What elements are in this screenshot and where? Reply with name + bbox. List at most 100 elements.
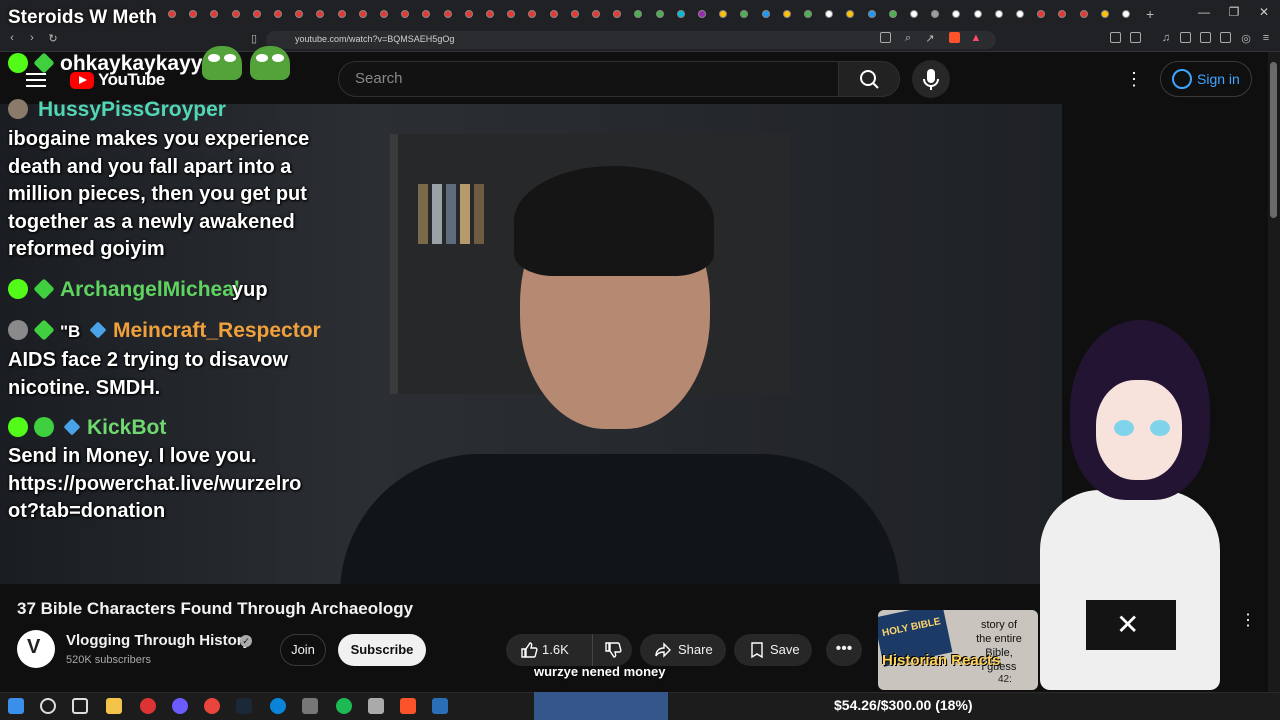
browser-tab[interactable]: [1016, 10, 1024, 18]
channel-avatar[interactable]: [17, 630, 55, 668]
more-actions-button[interactable]: •••: [826, 634, 862, 666]
settings-menu-button[interactable]: ⋮: [1124, 66, 1144, 92]
taskbar-active-window[interactable]: [534, 692, 668, 720]
verified-check-icon: ✓: [240, 635, 252, 647]
forward-icon[interactable]: ›: [24, 32, 40, 44]
task-view-icon[interactable]: [72, 698, 88, 714]
browser-tab[interactable]: [804, 10, 812, 18]
music-icon[interactable]: ♫: [1158, 32, 1174, 44]
browser-tab[interactable]: [274, 10, 282, 18]
discord-icon[interactable]: [172, 698, 188, 714]
like-button[interactable]: 1.6K: [506, 634, 592, 666]
chat-username: Meincraft_Respector: [113, 319, 321, 342]
windows-start-icon[interactable]: [8, 698, 24, 714]
subscribe-button[interactable]: Subscribe: [338, 634, 426, 666]
card-overflow-menu[interactable]: ⋮: [1240, 610, 1256, 630]
video-title: 37 Bible Characters Found Through Archae…: [17, 599, 414, 618]
save-button[interactable]: Save: [734, 634, 812, 666]
browser-tab[interactable]: [464, 10, 473, 18]
browser-tab[interactable]: [1122, 10, 1130, 18]
save-playlist-icon: [751, 642, 763, 659]
browser-tab[interactable]: [994, 10, 1003, 18]
search-icon[interactable]: [40, 698, 56, 714]
brave-rewards-icon[interactable]: ▲: [968, 32, 984, 44]
browser-tab[interactable]: [1079, 10, 1088, 18]
new-tab-button[interactable]: +: [1146, 6, 1154, 22]
chat-message: Send in Money. I love you. https://power…: [8, 443, 318, 526]
search-input[interactable]: Search: [338, 61, 840, 97]
join-button[interactable]: Join: [280, 634, 326, 666]
browser-tab[interactable]: [252, 10, 261, 18]
browser-menu-icon[interactable]: ≡: [1258, 32, 1274, 44]
browser-tab[interactable]: [592, 10, 600, 18]
browser-tab[interactable]: [486, 10, 494, 18]
browser-tab[interactable]: [867, 10, 876, 18]
zoom-icon[interactable]: ⌕: [900, 32, 916, 45]
browser-tab[interactable]: [570, 10, 579, 18]
chat-message-line: together as a newly awakened: [8, 210, 295, 233]
chat-badge-text: "B: [60, 322, 81, 341]
app-icon[interactable]: [140, 698, 156, 714]
minimize-button[interactable]: —: [1194, 5, 1214, 19]
settings-icon[interactable]: [302, 698, 318, 714]
browser-tab[interactable]: [761, 10, 770, 18]
browser-tab[interactable]: [549, 10, 558, 18]
share-page-icon[interactable]: ↗: [922, 32, 938, 45]
extensions-puzzle-icon[interactable]: [1220, 32, 1231, 43]
edge-icon[interactable]: [270, 698, 286, 714]
cast-icon[interactable]: [880, 32, 891, 43]
guide-menu-icon[interactable]: [26, 73, 46, 87]
maximize-button[interactable]: ❐: [1224, 5, 1244, 19]
sidebar-icon[interactable]: [1180, 32, 1191, 43]
vpn-icon[interactable]: ◎: [1238, 32, 1254, 45]
subscriber-count: 520K subscribers: [66, 654, 151, 666]
chat-message-line: nicotine. SMDH.: [8, 376, 161, 399]
file-explorer-icon[interactable]: [106, 698, 122, 714]
search-icon: [860, 70, 879, 89]
vtuber-dress: [1040, 490, 1220, 690]
url-text[interactable]: youtube.com/watch?v=BQMSAEH5gOg: [295, 34, 454, 44]
chat-message-line: million pieces, then you get put: [8, 183, 307, 206]
chat-message-line: reformed goiyim: [8, 238, 165, 261]
spotify-icon[interactable]: [336, 698, 352, 714]
app-icon[interactable]: [432, 698, 448, 714]
dislike-button[interactable]: [592, 634, 632, 666]
wallet-icon[interactable]: [1200, 32, 1211, 43]
app-icon[interactable]: [368, 698, 384, 714]
microphone-icon: [923, 69, 939, 90]
scrollbar-thumb[interactable]: [1270, 62, 1277, 218]
browser-tab[interactable]: [973, 10, 982, 18]
browser-tab[interactable]: [888, 10, 897, 18]
voice-search-button[interactable]: [912, 60, 950, 98]
chat-message-line: Send in Money. I love you.: [8, 445, 257, 467]
reload-icon[interactable]: ↻: [45, 32, 61, 45]
browser-tab[interactable]: [1100, 10, 1109, 18]
share-button[interactable]: Share: [640, 634, 726, 666]
browser-tab[interactable]: [676, 10, 685, 18]
browser-tab[interactable]: [443, 10, 452, 18]
extension-icon[interactable]: [1130, 32, 1141, 43]
browser-tab[interactable]: [380, 10, 388, 18]
browser-tab[interactable]: [698, 10, 706, 18]
chrome-icon[interactable]: [204, 698, 220, 714]
browser-tab[interactable]: [358, 10, 367, 18]
browser-tab[interactable]: [168, 10, 176, 18]
steam-icon[interactable]: [236, 698, 252, 714]
channel-name[interactable]: Vlogging Through History: [66, 632, 251, 649]
back-icon[interactable]: ‹: [4, 32, 20, 44]
kick-badge-icon: [8, 279, 28, 299]
signin-button[interactable]: Sign in: [1160, 61, 1252, 97]
browser-tab[interactable]: [655, 10, 664, 18]
browser-tab[interactable]: [910, 10, 918, 18]
brave-shields-icon[interactable]: [949, 32, 960, 43]
browser-tab[interactable]: [782, 10, 791, 18]
brave-icon[interactable]: [400, 698, 416, 714]
historian-reacts-text: Historian Reacts: [882, 652, 1001, 669]
extension-icon[interactable]: [1110, 32, 1121, 43]
related-video-card[interactable]: HOLY BIBLE story of the entire Bible, i …: [878, 610, 1038, 690]
close-window-button[interactable]: ✕: [1254, 5, 1274, 19]
browser-tab[interactable]: [231, 10, 240, 18]
bookmark-icon[interactable]: ▯: [246, 32, 262, 45]
search-button[interactable]: [838, 61, 900, 97]
browser-tab[interactable]: [337, 10, 346, 18]
